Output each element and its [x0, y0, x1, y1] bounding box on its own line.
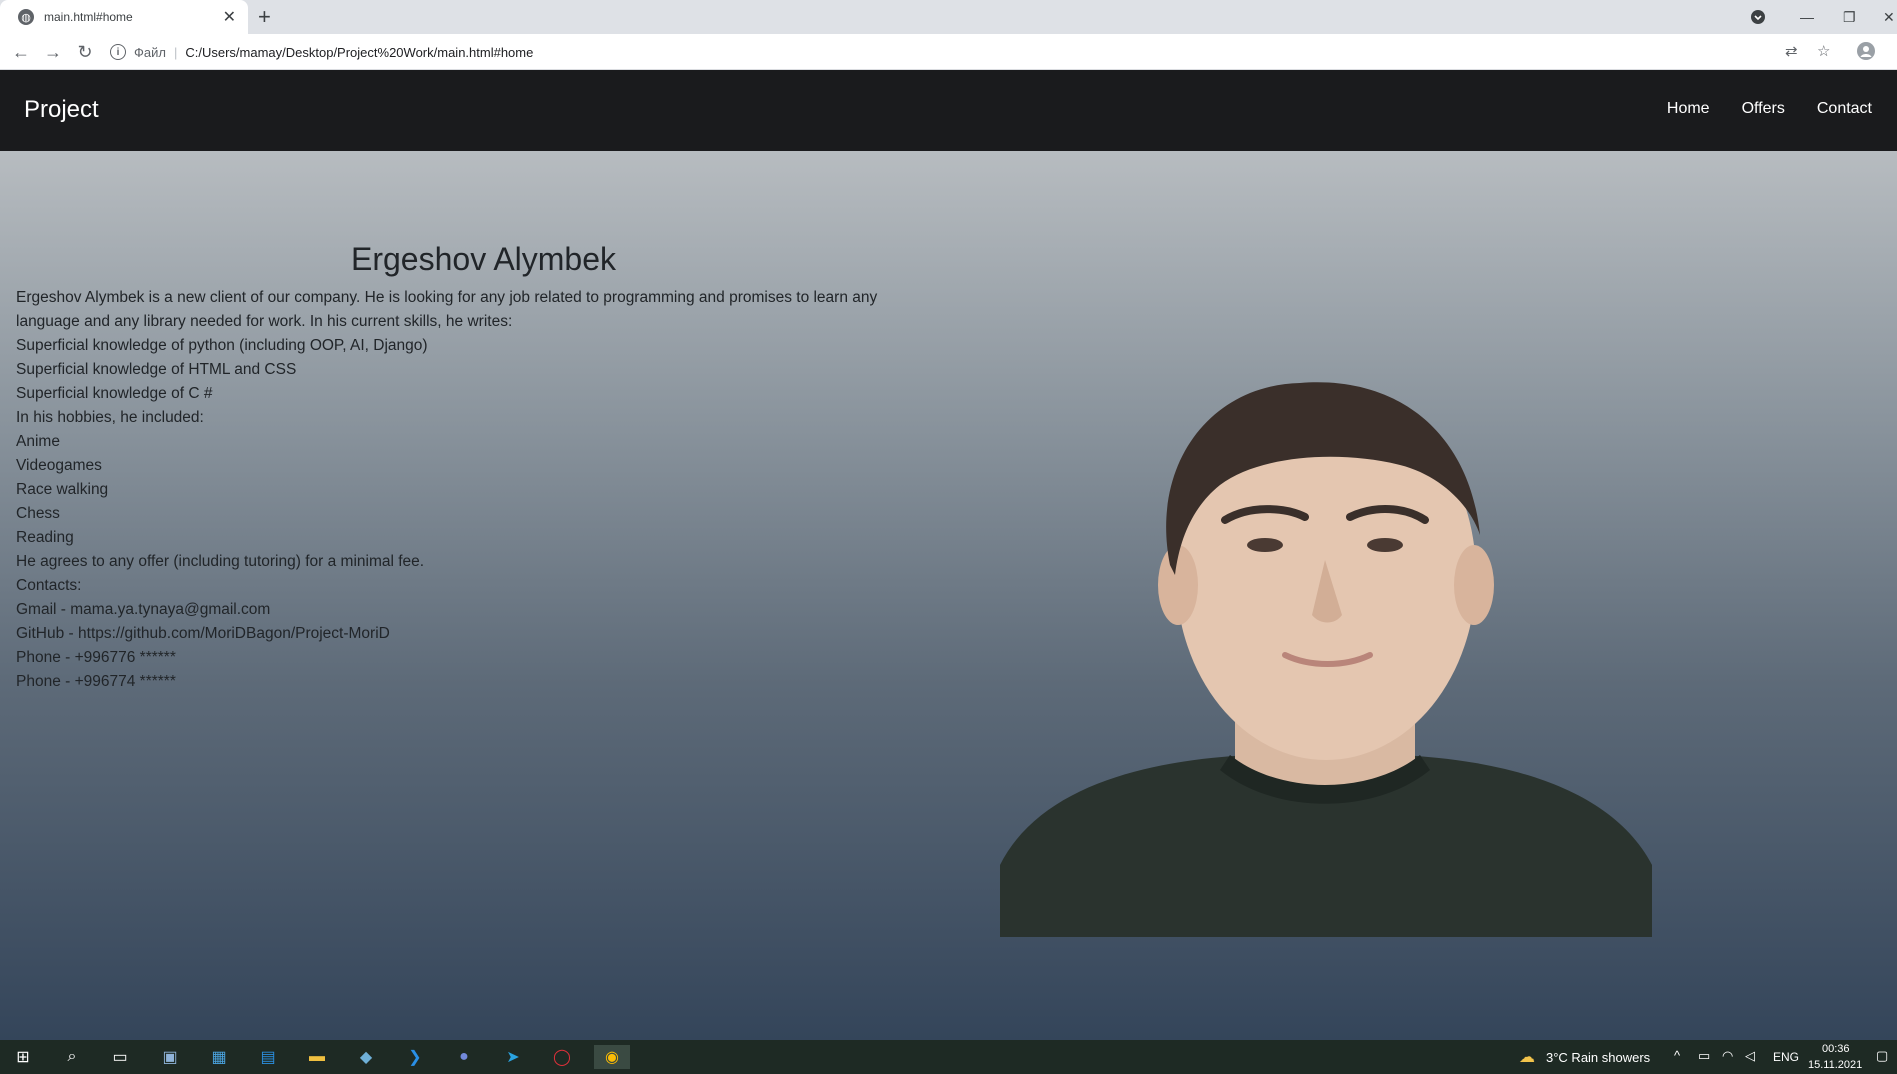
info-icon[interactable]: i	[110, 44, 126, 60]
file-explorer-icon[interactable]: ▬	[305, 1045, 329, 1069]
bio-line: Superficial knowledge of python (includi…	[16, 337, 428, 354]
language-indicator[interactable]: ENG	[1773, 1050, 1799, 1064]
bio-line: Anime	[16, 433, 60, 450]
notes-app-icon[interactable]: ◆	[354, 1045, 378, 1069]
browser-toolbar: ← → ↻ i Файл | C:/Users/mamay/Desktop/Pr…	[0, 34, 1897, 70]
tab-search-icon[interactable]	[1750, 0, 1766, 34]
profile-name: Ergeshov Alymbek	[351, 241, 617, 277]
translate-icon[interactable]: ⇄	[1785, 42, 1798, 60]
bio-line: In his hobbies, he included:	[16, 409, 204, 426]
brand-link[interactable]: Project	[24, 96, 99, 124]
notifications-icon[interactable]: ▢	[1876, 1048, 1888, 1064]
opera-icon[interactable]: ◯	[550, 1045, 574, 1069]
nav-links: Home Offers Contact	[1667, 100, 1872, 118]
bio-line: Contacts:	[16, 577, 82, 594]
weather-text[interactable]: 3°C Rain showers	[1546, 1050, 1650, 1065]
bio-line: Phone - +996774 ******	[16, 673, 176, 690]
profile-icon[interactable]	[1857, 42, 1875, 64]
forward-icon[interactable]: →	[41, 40, 65, 64]
telegram-icon[interactable]: ➤	[501, 1045, 525, 1069]
address-bar[interactable]: i Файл | C:/Users/mamay/Desktop/Project%…	[110, 38, 1800, 66]
discord-icon[interactable]: ●	[452, 1045, 476, 1069]
bio-line: Race walking	[16, 481, 109, 498]
wifi-icon[interactable]: ◠	[1722, 1048, 1733, 1064]
globe-icon: ◍	[18, 9, 34, 25]
bio-line: Reading	[16, 529, 74, 546]
search-icon[interactable]: ⌕	[60, 1045, 84, 1069]
omnibox-separator: |	[173, 44, 178, 60]
minimize-icon[interactable]: —	[1800, 0, 1814, 34]
bio-line: Ergeshov Alymbek is a new client of our …	[16, 289, 878, 330]
site-navbar: Project Home Offers Contact	[0, 70, 1897, 151]
windows-start-icon[interactable]: ⊞	[11, 1045, 35, 1069]
clock-date[interactable]: 15.11.2021	[1808, 1059, 1862, 1071]
task-view-icon[interactable]: ▭	[108, 1045, 132, 1069]
main-content: Ergeshov Alymbek Ergeshov Alymbek is a n…	[0, 151, 1897, 1040]
close-tab-icon[interactable]: ✕	[223, 7, 236, 27]
nav-home[interactable]: Home	[1667, 100, 1710, 118]
battery-icon[interactable]: ▭	[1698, 1048, 1710, 1064]
bio-line: Videogames	[16, 457, 102, 474]
app-window-icon[interactable]: ▤	[256, 1045, 280, 1069]
url-text: C:/Users/mamay/Desktop/Project%20Work/ma…	[185, 44, 534, 60]
profile-bio: Ergeshov Alymbek is a new client of our …	[16, 286, 916, 694]
bio-line: Superficial knowledge of C #	[16, 385, 213, 402]
taskbar: ⊞ ⌕ ▭ ▣ ▦ ▤ ▬ ◆ ❯ ● ➤ ◯ ◉ ☁ 3°C Rain sho…	[0, 1040, 1897, 1074]
profile-photo	[1000, 382, 1652, 937]
weather-icon[interactable]: ☁	[1515, 1045, 1539, 1069]
window-close-icon[interactable]: ✕	[1883, 0, 1895, 34]
back-icon[interactable]: ←	[9, 40, 33, 64]
nav-offers[interactable]: Offers	[1742, 100, 1785, 118]
chrome-icon[interactable]: ◉	[594, 1045, 630, 1069]
bio-line: Chess	[16, 505, 60, 522]
calculator-icon[interactable]: ▦	[207, 1045, 231, 1069]
bio-line: He agrees to any offer (including tutori…	[16, 553, 425, 570]
tab-title: main.html#home	[44, 10, 133, 24]
browser-tab[interactable]: ◍ main.html#home ✕	[0, 0, 248, 34]
bio-line: Superficial knowledge of HTML and CSS	[16, 361, 297, 378]
protocol-label: Файл	[134, 44, 166, 60]
bio-line: GitHub - https://github.com/MoriDBagon/P…	[16, 625, 390, 642]
nav-contact[interactable]: Contact	[1817, 100, 1872, 118]
vscode-icon[interactable]: ❯	[403, 1045, 427, 1069]
restore-icon[interactable]: ❐	[1843, 0, 1856, 34]
volume-icon[interactable]: ◁	[1745, 1048, 1755, 1064]
tray-overflow-icon[interactable]: ^	[1674, 1048, 1680, 1063]
bio-line: Phone - +996776 ******	[16, 649, 176, 666]
browser-tabstrip: ◍ main.html#home ✕ + — ❐ ✕	[0, 0, 1897, 34]
reload-icon[interactable]: ↻	[73, 40, 97, 64]
clock-time[interactable]: 00:36	[1822, 1043, 1850, 1055]
bio-line: Gmail - mama.ya.tynaya@gmail.com	[16, 601, 271, 618]
new-tab-icon[interactable]: +	[258, 2, 271, 32]
bookmark-star-icon[interactable]: ☆	[1817, 42, 1830, 60]
display-app-icon[interactable]: ▣	[158, 1045, 182, 1069]
